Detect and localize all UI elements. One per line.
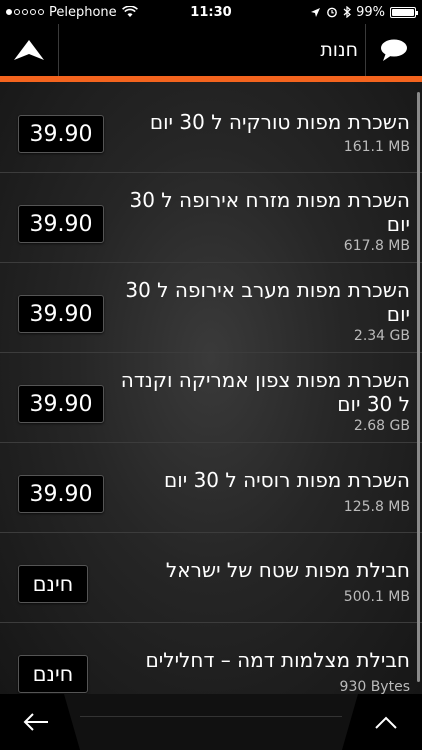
bluetooth-icon: [343, 6, 352, 18]
item-size: 617.8 MB: [343, 238, 410, 254]
page-title: חנות: [320, 39, 358, 61]
list-item[interactable]: 39.90 השכרת מפות צפון אמריקה וקנדה ל 30 …: [0, 352, 422, 443]
list-item[interactable]: חינם חבילת מצלמות דמה – דחלילים 930 Byte…: [0, 622, 422, 694]
item-title: חבילת מצלמות דמה – דחלילים: [145, 648, 410, 672]
location-icon: [311, 7, 321, 17]
status-left: Pelephone: [6, 5, 138, 20]
list-item[interactable]: חינם חבילת מפות שטח של ישראל 500.1 MB: [0, 532, 422, 623]
navigate-up-button[interactable]: [0, 24, 59, 76]
item-title: השכרת מפות צפון אמריקה וקנדה ל 30 יום: [120, 368, 410, 416]
alarm-icon: [327, 7, 337, 18]
price-button[interactable]: 39.90: [18, 205, 104, 243]
scrollbar[interactable]: [417, 92, 420, 682]
scroll-up-button[interactable]: [342, 694, 422, 750]
battery-percent: 99%: [356, 4, 385, 20]
list-item[interactable]: 39.90 השכרת מפות מערב אירופה ל 30 יום 2.…: [0, 262, 422, 353]
item-size: 2.68 GB: [353, 418, 410, 434]
status-right: 99%: [310, 4, 418, 20]
item-size: 500.1 MB: [343, 589, 410, 605]
item-title: חבילת מפות שטח של ישראל: [165, 558, 410, 582]
list-item[interactable]: 39.90 השכרת מפות רוסיה ל 30 יום 125.8 MB: [0, 442, 422, 533]
back-button[interactable]: [0, 694, 80, 750]
list-item[interactable]: 39.90 השכרת מפות טורקיה ל 30 יום 161.1 M…: [0, 82, 422, 173]
item-title: השכרת מפות רוסיה ל 30 יום: [164, 468, 410, 492]
chevron-up-icon: [375, 716, 397, 729]
bottom-divider: [80, 716, 342, 717]
battery-icon: [390, 6, 418, 18]
status-bar: Pelephone 11:30 99%: [0, 0, 422, 24]
item-title: השכרת מפות טורקיה ל 30 יום: [149, 110, 410, 134]
clock: 11:30: [190, 4, 232, 20]
list-item[interactable]: 39.90 השכרת מפות מזרח אירופה ל 30 יום 61…: [0, 172, 422, 263]
item-size: 2.34 GB: [353, 328, 410, 344]
signal-icon: [6, 9, 44, 15]
item-size: 930 Bytes: [339, 679, 410, 694]
price-button[interactable]: 39.90: [18, 475, 104, 513]
bottom-bar: [0, 694, 422, 750]
item-size: 125.8 MB: [343, 499, 410, 515]
free-button[interactable]: חינם: [18, 655, 88, 693]
wifi-icon: [121, 6, 138, 17]
speech-bubble-icon: [381, 39, 407, 61]
store-list[interactable]: 39.90 השכרת מפות טורקיה ל 30 יום 161.1 M…: [0, 82, 422, 694]
back-arrow-icon: [23, 713, 48, 731]
price-button[interactable]: 39.90: [18, 295, 104, 333]
item-size: 161.1 MB: [343, 139, 410, 155]
price-button[interactable]: 39.90: [18, 115, 104, 153]
item-title: השכרת מפות מזרח אירופה ל 30 יום: [129, 188, 410, 236]
chat-button[interactable]: [365, 24, 422, 76]
nav-bar: חנות: [0, 24, 422, 76]
item-title: השכרת מפות מערב אירופה ל 30 יום: [125, 278, 410, 326]
carrier-label: Pelephone: [49, 4, 117, 20]
arrow-up-icon: [14, 40, 44, 60]
free-button[interactable]: חינם: [18, 565, 88, 603]
price-button[interactable]: 39.90: [18, 385, 104, 423]
